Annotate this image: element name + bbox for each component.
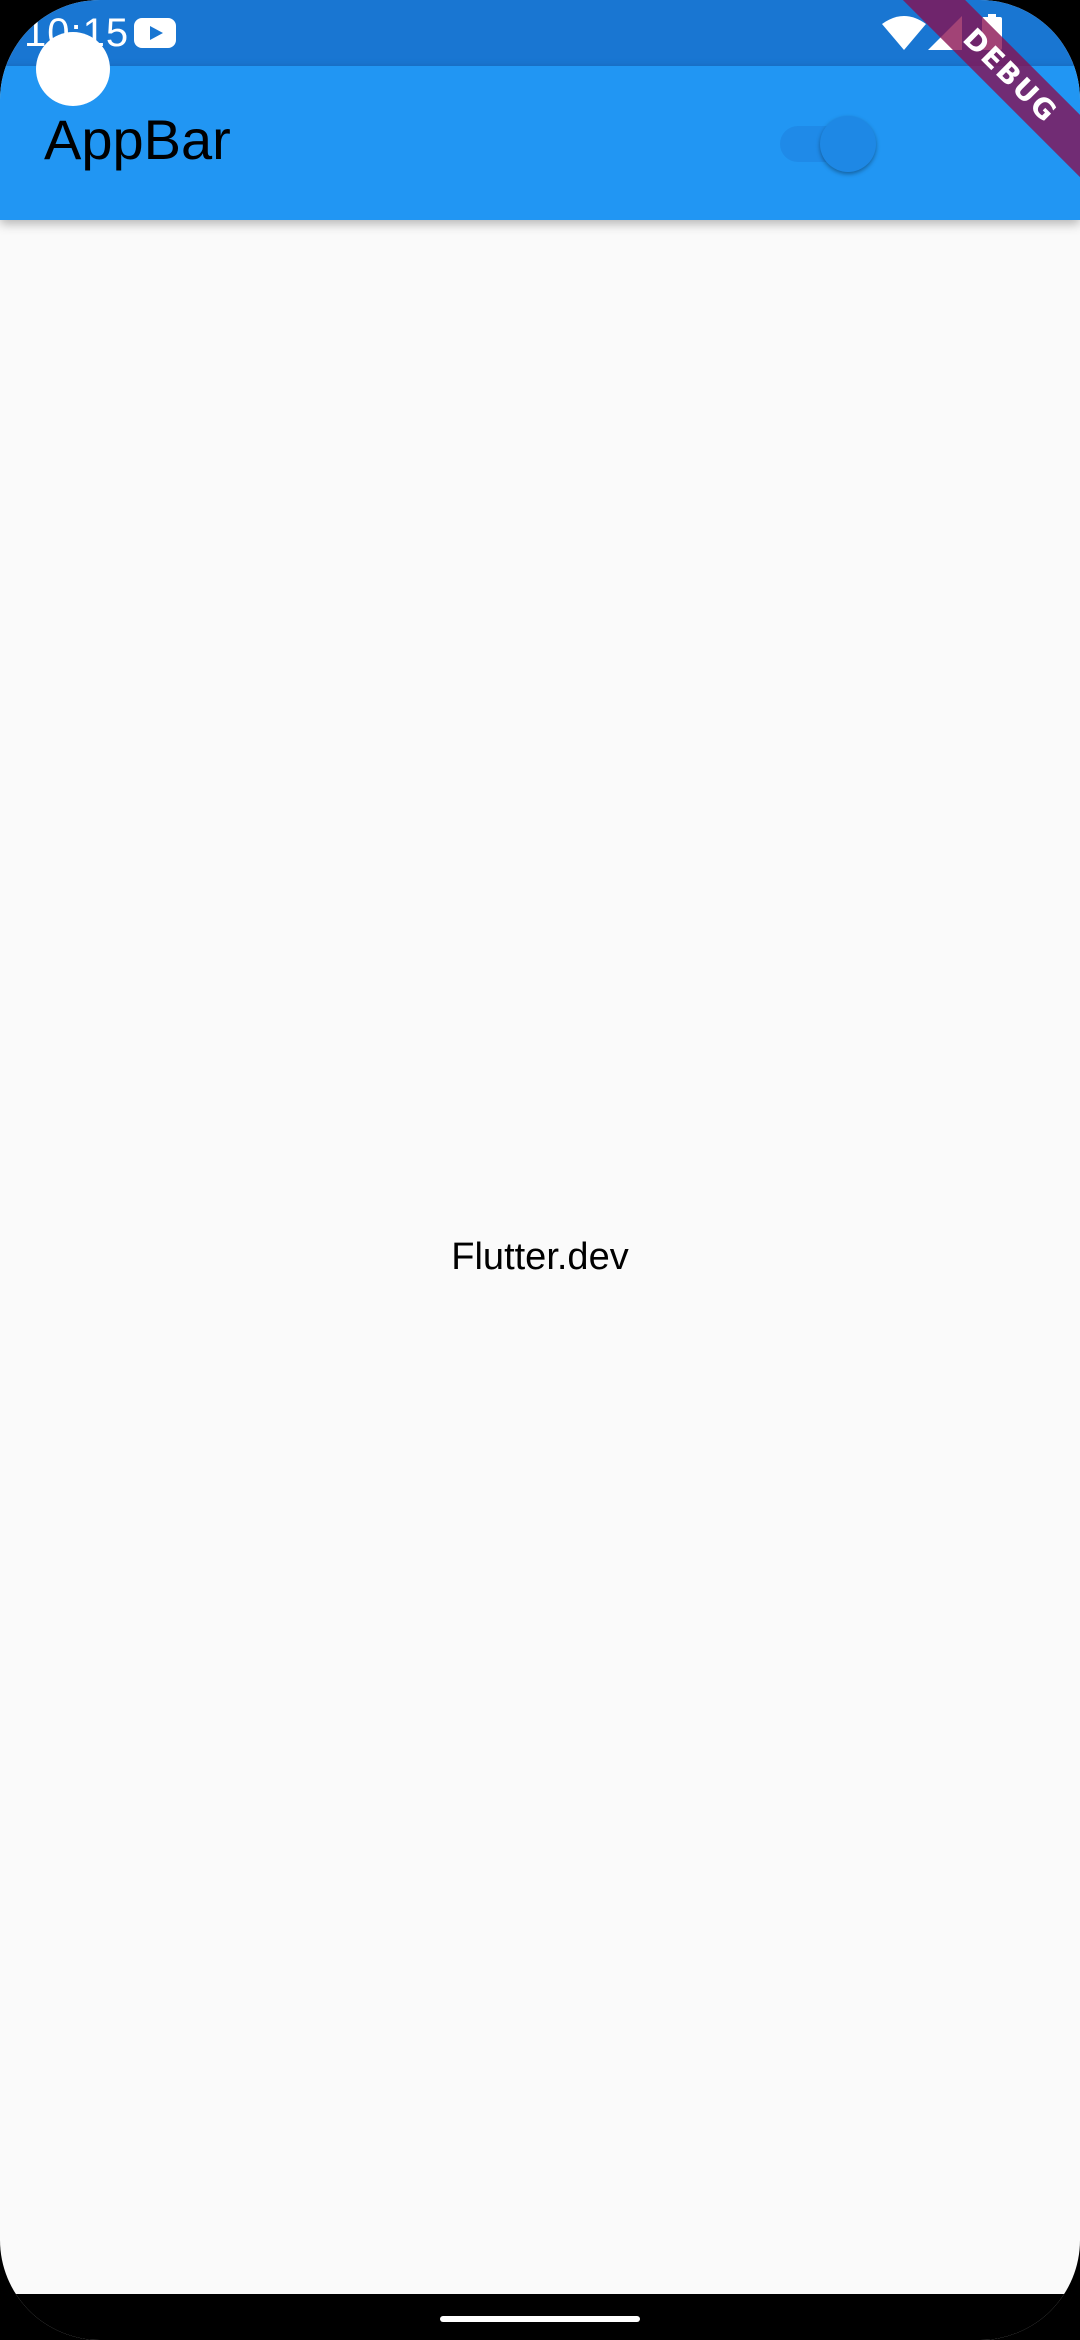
home-indicator[interactable] [440,2316,640,2322]
phone-screen: 10:15 AppBar DEBUG Flutter.dev [0,0,1080,2340]
switch-thumb [820,116,876,172]
wifi-icon [882,16,926,50]
camera-cutout [36,32,110,106]
app-bar: AppBar [0,66,1080,220]
body-text: Flutter.dev [451,1236,629,1278]
toggle-switch[interactable] [776,116,880,172]
app-bar-title: AppBar [44,108,231,171]
youtube-icon [134,18,176,48]
